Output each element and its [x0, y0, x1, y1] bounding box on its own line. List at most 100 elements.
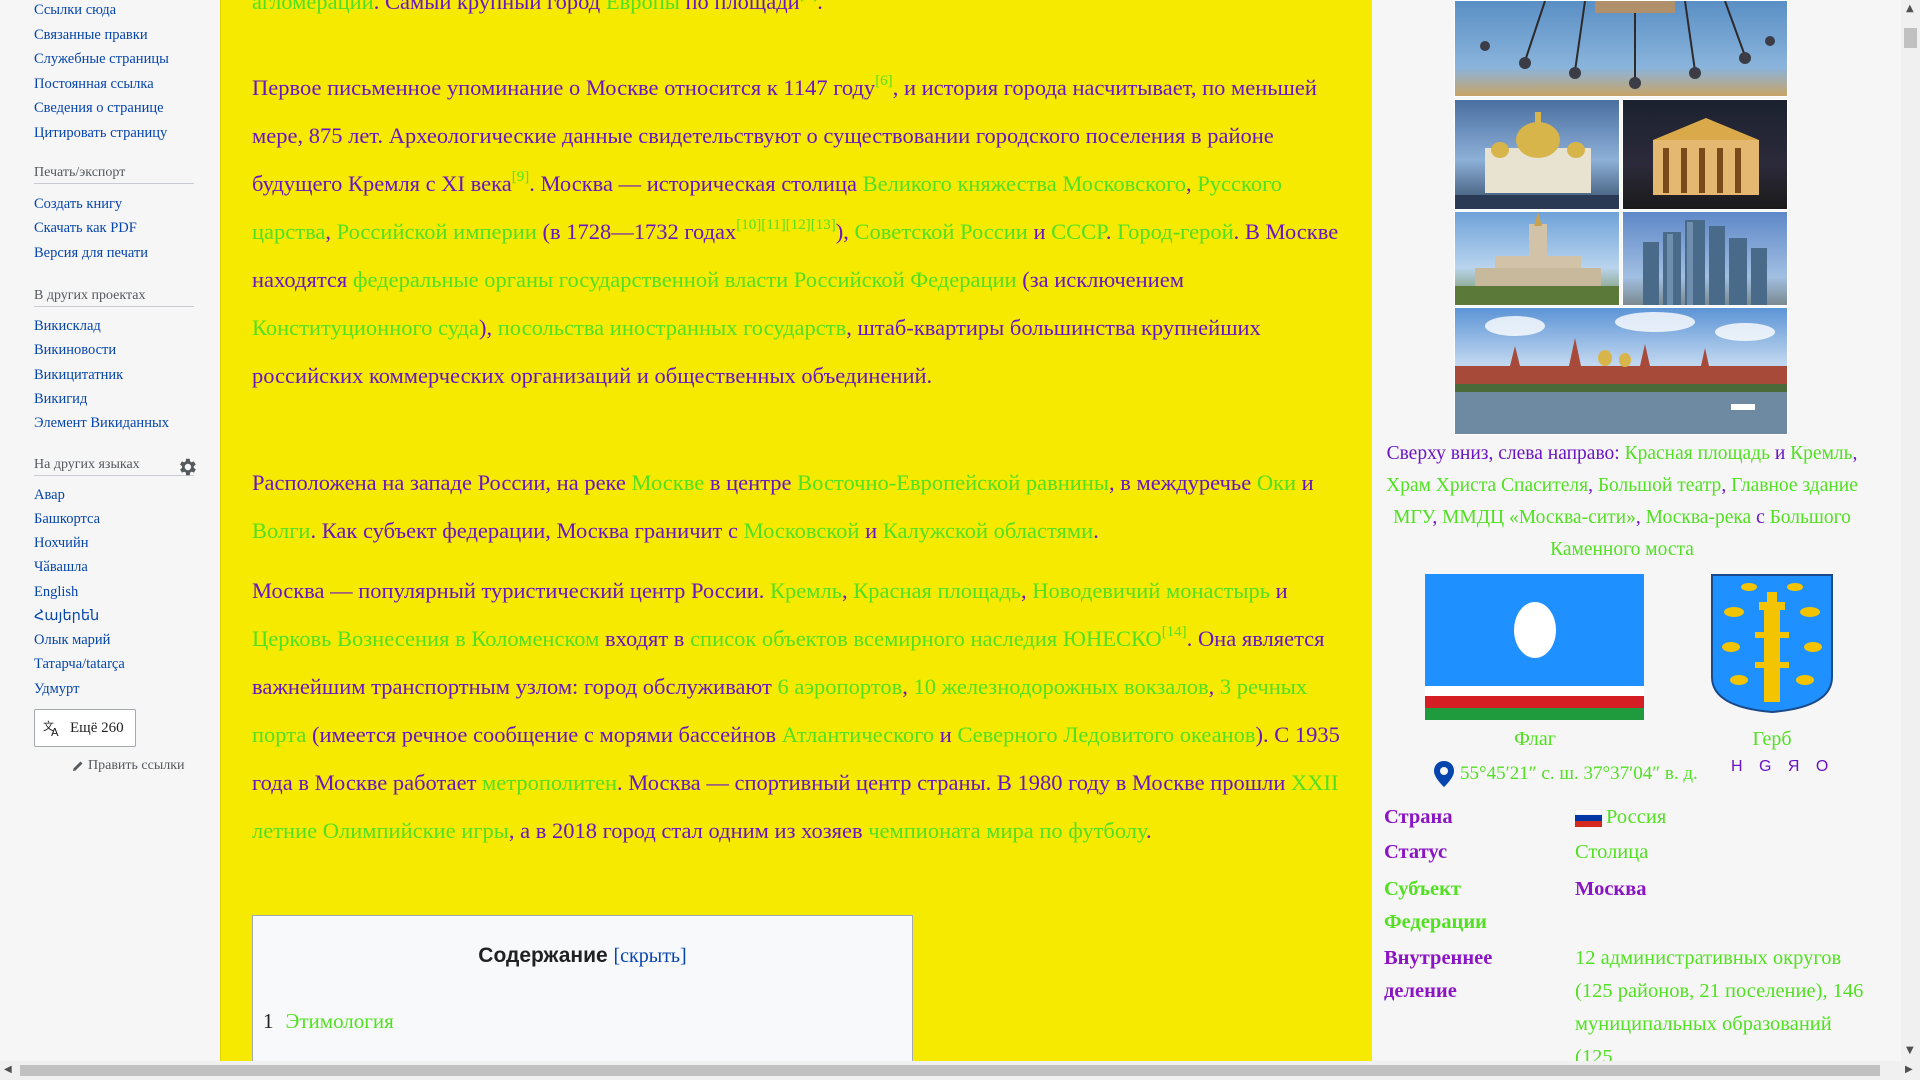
article-link[interactable]: Атлантического	[782, 722, 934, 747]
horizontal-scrollbar-thumb[interactable]	[20, 1065, 1880, 1076]
article-link[interactable]: Российской империи	[337, 219, 537, 244]
article-link[interactable]: метрополитен	[482, 770, 617, 795]
scroll-up-arrow-icon[interactable]: ▲	[1906, 3, 1914, 14]
sidebar-link[interactable]: Нохчийн	[34, 535, 88, 552]
article-link[interactable]: Конституционного суда	[252, 315, 479, 340]
article-link[interactable]: Восточно-Европейской равнины	[797, 470, 1109, 495]
article-link[interactable]: 6 аэропортов	[778, 674, 903, 699]
article-link[interactable]: Церковь Вознесения в Коломенском	[252, 626, 599, 651]
article-link[interactable]: Кремль	[1790, 443, 1852, 464]
scroll-left-arrow-icon[interactable]: ◀	[4, 1064, 12, 1075]
sidebar-link[interactable]: Викисклад	[34, 318, 101, 335]
flag-label[interactable]: Флаг	[1500, 728, 1570, 751]
reference-link[interactable]: [14]	[1162, 624, 1187, 640]
photo-carousel[interactable]	[1454, 0, 1788, 97]
photo-moscow-city[interactable]	[1622, 211, 1788, 306]
infobox-row-value[interactable]: 12 административных округов (125 районов…	[1575, 942, 1865, 1074]
article-link[interactable]: Большой театр	[1598, 475, 1721, 496]
article-link[interactable]: Новодевичий монастырь	[1032, 578, 1270, 603]
article-link[interactable]: 10 железнодорожных вокзалов	[913, 674, 1208, 699]
sidebar-link[interactable]: Скачать как PDF	[34, 220, 137, 237]
sidebar-link[interactable]: Связанные правки	[34, 27, 148, 44]
reference-link[interactable]: [11]	[761, 217, 785, 233]
sidebar-link[interactable]: Чӑвашла	[34, 559, 88, 576]
edit-links-link[interactable]: Править ссылки	[72, 758, 185, 774]
article-link[interactable]: Московской	[744, 518, 860, 543]
scroll-down-arrow-icon[interactable]: ▼	[1906, 1045, 1914, 1056]
article-text: ,	[1208, 674, 1220, 699]
coordinates-map-links[interactable]: H G Я O	[1731, 758, 1834, 776]
horizontal-scrollbar[interactable]: ◀ ▶	[0, 1061, 1920, 1080]
article-link[interactable]: Город-герой	[1117, 219, 1234, 244]
sidebar-link[interactable]: Викигид	[34, 391, 87, 408]
article-text: , а в 2018 город стал одним из хозяев	[508, 818, 869, 843]
infobox-row-value[interactable]: Россия	[1574, 801, 1865, 834]
article-link[interactable]: Красная площадь	[853, 578, 1021, 603]
sidebar-link[interactable]: Ссылки сюда	[34, 2, 116, 19]
article-link[interactable]: Кремль	[770, 578, 842, 603]
sidebar-link[interactable]: English	[34, 584, 78, 601]
article-link[interactable]: Москва-река	[1646, 507, 1752, 528]
sidebar-link[interactable]: Татарча/tatarça	[34, 656, 125, 673]
article-link[interactable]: агломерации	[252, 0, 374, 14]
article-link[interactable]: посольства иностранных государств	[498, 315, 846, 340]
reference-link[interactable]: [6]	[875, 73, 893, 89]
sidebar-link[interactable]: Викиновости	[34, 342, 116, 359]
sidebar-link[interactable]: Сведения о странице	[34, 100, 164, 117]
infobox-row-label[interactable]: Субъект Федерации	[1384, 873, 1534, 939]
vertical-scrollbar-thumb[interactable]	[1904, 28, 1917, 48]
more-languages-button[interactable]: 文 A Ещё 260	[34, 709, 136, 747]
reference-link[interactable]: [13]	[811, 217, 836, 233]
toc-hide-link[interactable]: [скрыть]	[614, 945, 687, 967]
photo-kremlin-river[interactable]	[1454, 307, 1788, 435]
article-link[interactable]: список объектов всемирного наследия ЮНЕС…	[690, 626, 1162, 651]
sidebar-link[interactable]: Олык марий	[34, 632, 110, 649]
sidebar-link[interactable]: Башкортса	[34, 511, 100, 528]
article-link[interactable]: федеральные органы государственной власт…	[353, 267, 1017, 292]
infobox-row-value[interactable]: Москва	[1575, 873, 1865, 906]
scroll-right-arrow-icon[interactable]: ▶	[1905, 1064, 1913, 1075]
coordinates[interactable]: 55°45′21″ с. ш. 37°37′04″ в. д.	[1432, 760, 1698, 788]
article-link[interactable]: Оки	[1257, 470, 1296, 495]
photo-cathedral[interactable]	[1454, 99, 1620, 210]
article-text: Москва — популярный туристический центр …	[252, 578, 771, 603]
sidebar-link[interactable]: Элемент Викиданных	[34, 415, 169, 432]
infobox-row-value[interactable]: Столица	[1575, 836, 1865, 869]
article-link[interactable]: Советской России	[854, 219, 1027, 244]
article-link[interactable]: Храм Христа Спасителя	[1386, 475, 1588, 496]
sidebar-link[interactable]: Версия для печати	[34, 245, 148, 262]
article-link[interactable]: Европы	[606, 0, 680, 14]
article-text: входят в	[599, 626, 691, 651]
infobox-caption: Сверху вниз, слева направо: Красная площ…	[1382, 438, 1862, 566]
reference-link[interactable]: [8]	[800, 0, 818, 3]
sidebar-link[interactable]: Авар	[34, 487, 65, 504]
sidebar-link[interactable]: Служебные страницы	[34, 51, 169, 68]
sidebar-link[interactable]: Цитировать страницу	[34, 125, 167, 142]
photo-msu[interactable]	[1454, 211, 1620, 306]
article-link[interactable]: Великого княжества Московского	[863, 171, 1186, 196]
sidebar-link[interactable]: Հայերեն	[34, 608, 99, 625]
article-link[interactable]: СССР	[1051, 219, 1106, 244]
article-link[interactable]: ММДЦ «Москва-сити»	[1442, 507, 1636, 528]
article-link[interactable]: Красная площадь	[1625, 443, 1770, 464]
sidebar-link[interactable]: Создать книгу	[34, 196, 122, 213]
vertical-scrollbar[interactable]: ▲ ▼	[1901, 0, 1920, 1061]
article-link[interactable]: Волги	[252, 518, 310, 543]
photo-theatre[interactable]	[1622, 99, 1788, 210]
gear-icon[interactable]	[176, 456, 198, 478]
article-text: и	[1296, 470, 1314, 495]
sidebar-link[interactable]: Удмурт	[34, 681, 79, 698]
article-link[interactable]: Калужской областями	[883, 518, 1093, 543]
sidebar-link[interactable]: Постоянная ссылка	[34, 76, 154, 93]
flag-image[interactable]	[1425, 574, 1644, 720]
reference-link[interactable]: [10]	[736, 217, 761, 233]
reference-link[interactable]: [9]	[512, 169, 530, 185]
coat-of-arms-image[interactable]	[1709, 572, 1835, 714]
toc-item-link[interactable]: Этимология	[286, 1009, 394, 1033]
sidebar-link[interactable]: Викицитатник	[34, 367, 123, 384]
article-link[interactable]: Москве	[632, 470, 705, 495]
reference-link[interactable]: [12]	[786, 217, 811, 233]
coat-label[interactable]: Герб	[1740, 728, 1804, 751]
article-link[interactable]: чемпионата мира по футболу	[868, 818, 1146, 843]
article-link[interactable]: Северного Ледовитого океанов	[957, 722, 1255, 747]
